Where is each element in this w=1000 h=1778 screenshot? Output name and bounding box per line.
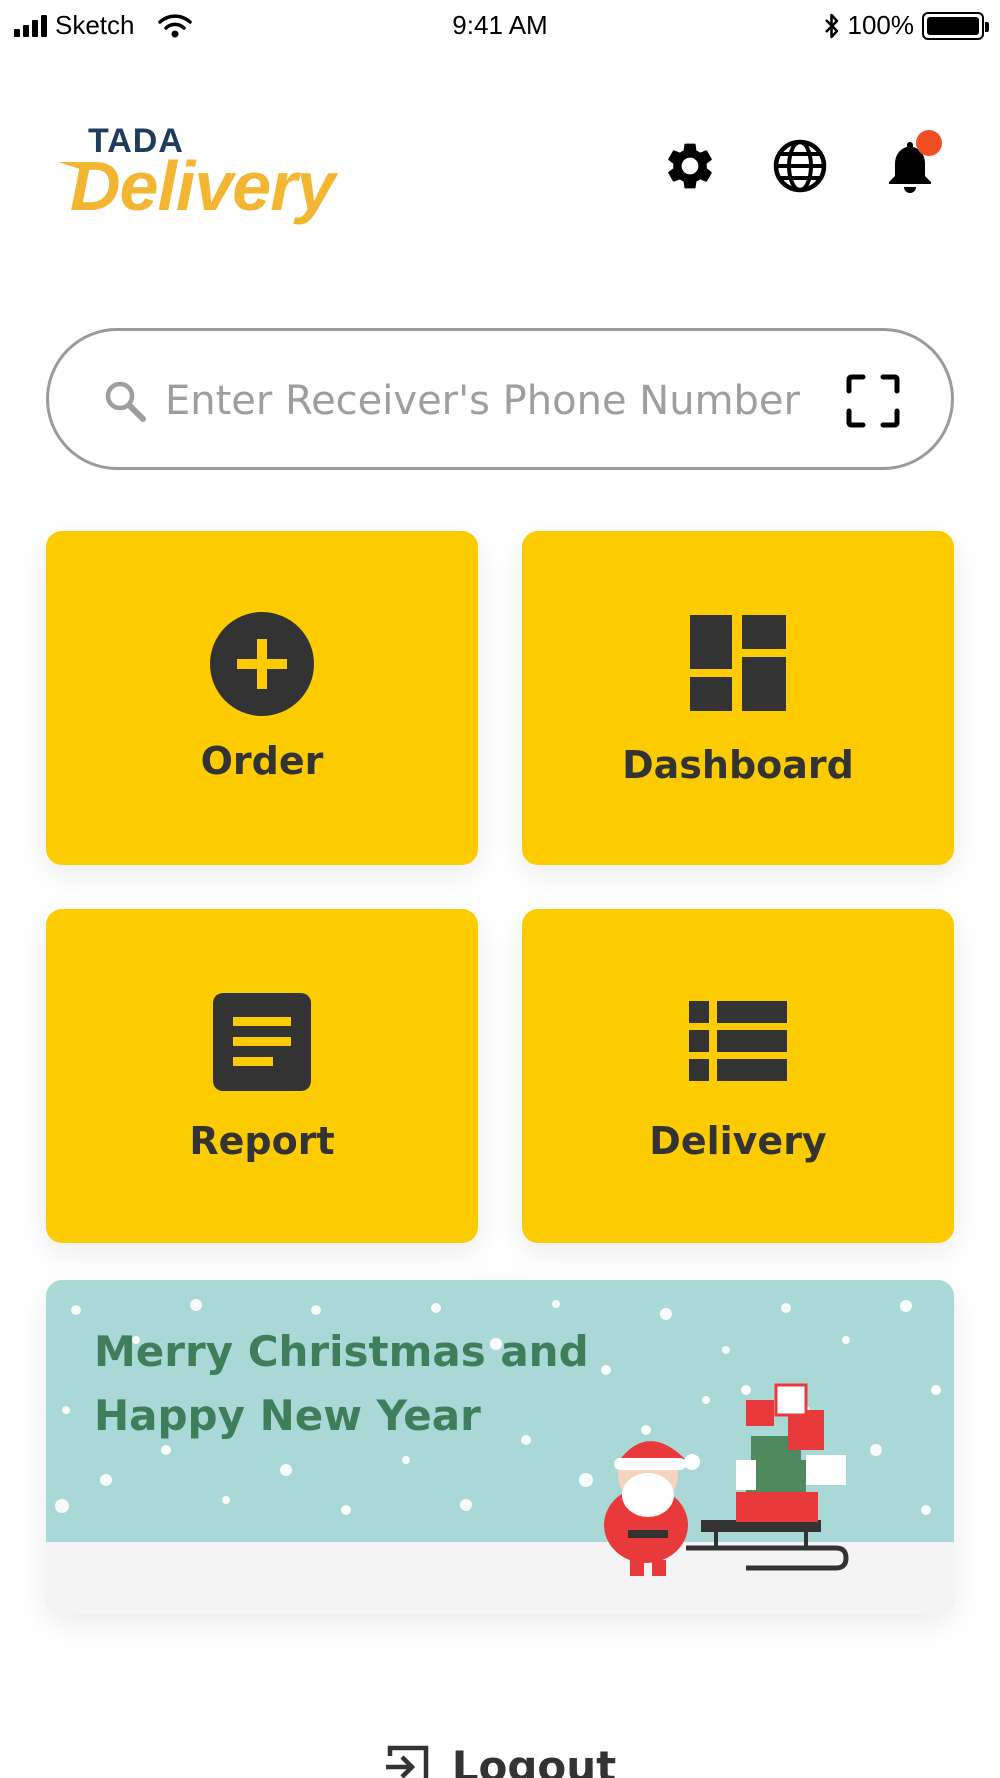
banner-greeting: Merry Christmas and Happy New Year — [94, 1327, 589, 1440]
settings-button[interactable] — [660, 136, 720, 196]
scan-icon[interactable] — [845, 373, 901, 429]
list-icon — [689, 1001, 787, 1081]
notification-badge — [916, 130, 942, 156]
bluetooth-icon — [824, 13, 838, 38]
app-logo: TADA Delivery — [58, 118, 382, 238]
logo-delivery: Delivery — [70, 147, 335, 225]
header-actions — [660, 130, 942, 196]
logout-icon — [385, 1745, 428, 1778]
status-right: 100% — [824, 10, 989, 41]
dashboard-label: Dashboard — [622, 743, 854, 787]
dashboard-tile[interactable]: Dashboard — [522, 531, 954, 865]
report-icon — [213, 993, 311, 1091]
logout-button[interactable]: Logout — [0, 1742, 1000, 1778]
phone-search-input[interactable] — [165, 367, 805, 435]
search-icon — [105, 381, 146, 422]
order-tile[interactable]: Order — [46, 531, 478, 865]
gear-icon — [668, 143, 712, 189]
language-button[interactable] — [770, 136, 830, 196]
status-bar: Sketch 9:41 AM 100% — [0, 0, 1000, 50]
promo-banner[interactable]: Merry Christmas and Happy New Year — [46, 1280, 954, 1614]
dashboard-icon — [690, 615, 786, 711]
battery-percent: 100% — [847, 10, 915, 40]
notifications-button[interactable] — [880, 130, 942, 196]
search-bar — [46, 328, 954, 470]
globe-icon — [773, 139, 827, 193]
order-label: Order — [200, 739, 324, 783]
logout-label: Logout — [451, 1742, 617, 1778]
plus-circle-icon — [210, 612, 314, 716]
report-label: Report — [189, 1119, 335, 1163]
report-tile[interactable]: Report — [46, 909, 478, 1243]
delivery-label: Delivery — [649, 1119, 827, 1163]
delivery-tile[interactable]: Delivery — [522, 909, 954, 1243]
battery-icon — [922, 11, 989, 40]
